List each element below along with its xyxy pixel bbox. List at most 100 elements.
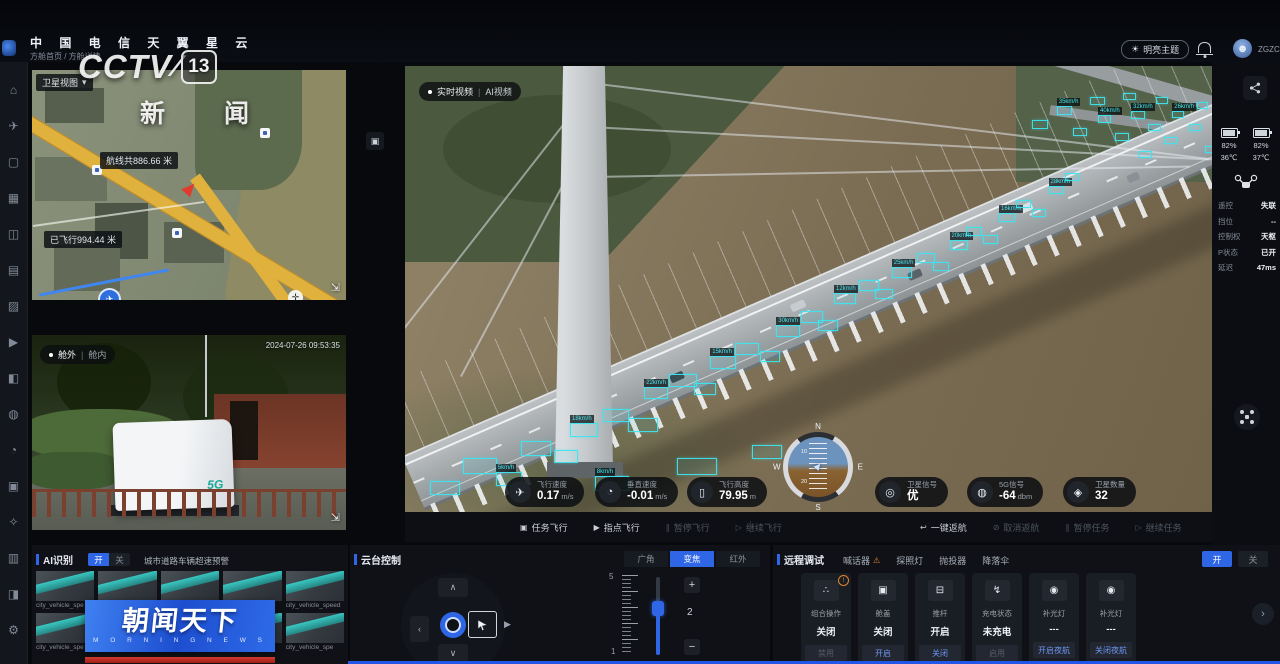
remote-card-action-button[interactable]: 启用 [976, 645, 1018, 661]
sidebar-icon[interactable]: ▤ [8, 264, 19, 276]
gimbal-left-button[interactable]: ‹ [410, 616, 429, 642]
sidebar-icon[interactable]: ▦ [8, 192, 19, 204]
remote-card-action-button[interactable]: 关闭夜航 [1090, 642, 1132, 658]
gimbal-right-button[interactable] [468, 611, 497, 638]
ai-thumbnail[interactable]: city_vehicle_spe [223, 571, 282, 609]
ai-thumbnail[interactable]: city_vehicle_spe [160, 613, 220, 651]
sidebar-icon[interactable]: ▥ [8, 552, 19, 564]
tab-ai-video[interactable]: AI视频 [485, 85, 512, 98]
ai-toggle-off[interactable]: 关 [109, 553, 130, 566]
remote-menu-item[interactable]: 抛投器 [939, 554, 966, 567]
gimbal-lens-tab[interactable]: 红外 [716, 551, 760, 567]
tab-cabin-outside[interactable]: 舱外 [58, 348, 76, 361]
map-locate-control[interactable]: ✛ [288, 290, 303, 300]
ai-thumbnail[interactable]: city_vehicle_spe [223, 613, 282, 651]
remote-card-label: 补光灯 [1099, 609, 1123, 618]
ai-thumbnail[interactable]: city_vehicle_speed [285, 571, 344, 609]
sidebar-icon[interactable]: ▢ [8, 156, 19, 168]
breadcrumb[interactable]: 方舱首页 / 方舱详情 [30, 51, 101, 62]
sidebar-icon[interactable]: ✈ [8, 120, 18, 132]
notification-bell-icon[interactable] [1196, 42, 1213, 55]
drone-mode-button[interactable] [1234, 404, 1260, 430]
sidebar-icon[interactable]: ◧ [8, 372, 19, 384]
remote-card-action-button[interactable]: 禁用 [805, 645, 847, 661]
zoom-slider-thumb[interactable] [652, 601, 664, 616]
remote-toggle-on[interactable]: 开 [1202, 551, 1232, 567]
ai-thumbnail-image[interactable] [223, 613, 282, 643]
theme-toggle-button[interactable]: ☀ 明亮主题 [1121, 40, 1190, 59]
remote-menu-item[interactable]: 喊话器 ⚠ [843, 554, 880, 567]
ai-detection-box: 5km/h [495, 463, 522, 486]
sidebar-icon[interactable]: ◨ [8, 588, 19, 600]
ai-filter-dropdown[interactable]: 城市道路车辆超速预警 [144, 555, 229, 567]
flight-action-button[interactable]: ▷ 继续任务 [1135, 521, 1181, 534]
sidebar-icon[interactable]: ✧ [8, 516, 18, 528]
ai-thumbnail-caption: city_vehicle_spe [98, 644, 147, 651]
camera-view-switch[interactable]: 舱外 | 舱内 [40, 345, 116, 364]
ai-thumbnail[interactable]: city_vehicle_spe [36, 613, 95, 651]
ai-toggle-on[interactable]: 开 [88, 553, 109, 566]
flight-action-button[interactable]: ▣ 任务飞行 [520, 521, 568, 534]
gimbal-up-button[interactable]: ∧ [438, 578, 468, 597]
gimbal-lens-tab[interactable]: 变焦 [670, 551, 714, 567]
remote-card-label: 舱盖 [875, 609, 891, 618]
sidebar-icon[interactable]: ◔ [10, 444, 17, 456]
cabin-camera-panel[interactable]: 5G 舱外 | 舱内 2024-07-26 09:53:35 ⇲ [32, 335, 346, 530]
camera-expand-icon[interactable]: ⇲ [331, 511, 340, 524]
main-video-view[interactable]: 5km/h 18km/h 8km/h 22km/h 15km/h 30km/h … [405, 66, 1230, 512]
avatar[interactable]: ☻ [1233, 39, 1252, 58]
sidebar-icon[interactable]: ◫ [8, 228, 19, 240]
ai-thumbnail-image[interactable] [285, 571, 344, 601]
ai-thumbnail-image[interactable] [36, 571, 95, 601]
zoom-in-button[interactable]: + [684, 577, 700, 593]
ai-thumbnail-image[interactable] [36, 613, 95, 643]
tab-cabin-inside[interactable]: 舱内 [88, 348, 106, 361]
gimbal-lens-tab[interactable]: 广角 [624, 551, 668, 567]
gimbal-more-arrow[interactable]: ▶ [504, 619, 511, 630]
ai-thumbnail[interactable]: city_vehicle_spe [36, 571, 95, 609]
panel-collapse-button[interactable]: ▣ [366, 132, 384, 150]
flight-action-button[interactable]: ∥ 暂停飞行 [666, 521, 710, 534]
flight-action-button[interactable]: ∥ 暂停任务 [1065, 521, 1109, 534]
ai-thumbnail[interactable]: city_vehicle_spe [98, 571, 157, 609]
tab-live-video[interactable]: 实时视频 [437, 85, 473, 98]
flight-action-button[interactable]: ⊘ 取消返航 [993, 521, 1040, 534]
remote-menu-item[interactable]: 降落伞 [982, 554, 1009, 567]
ai-thumbnail-image[interactable] [98, 571, 157, 601]
ai-thumbnail-image[interactable] [223, 571, 282, 601]
ai-thumbnail-image[interactable] [285, 613, 344, 643]
flight-action-button[interactable]: ▶ 指点飞行 [594, 521, 640, 534]
ai-thumbnail-image[interactable] [160, 571, 220, 601]
ai-detection-box [875, 289, 894, 299]
ai-thumbnail-image[interactable] [160, 613, 220, 643]
remote-card-action-button[interactable]: 开启夜航 [1033, 642, 1075, 658]
flight-action-button[interactable]: ↩ 一键返航 [920, 521, 967, 534]
map-panel[interactable]: ✈ ✛ 卫星视图 ▾ 航线共886.66 米 已飞行994.44 米 ⇲ [32, 70, 346, 300]
remote-card-value: 关闭 [873, 627, 893, 638]
map-view-switch[interactable]: 卫星视图 ▾ [36, 74, 93, 91]
remote-cards: ! ∴ 组合操作 关闭 禁用 ▣ 舱盖 关闭 开启 ⊟ 推杆 开启 关闭 ↯ 充… [801, 573, 1136, 664]
gimbal-center-button[interactable] [440, 612, 466, 638]
remote-next-arrow[interactable]: › [1252, 603, 1274, 625]
map-poi-icon [172, 228, 182, 238]
flight-action-button[interactable]: ▷ 继续飞行 [736, 521, 782, 534]
sidebar-icon[interactable]: ▶ [9, 336, 18, 348]
map-expand-icon[interactable]: ⇲ [331, 281, 340, 294]
ai-thumbnail-image[interactable] [98, 613, 157, 643]
sidebar-icon[interactable]: ⌂ [10, 84, 17, 96]
share-button[interactable] [1243, 76, 1267, 100]
sidebar-icon[interactable]: ◍ [8, 408, 18, 420]
sidebar-icon[interactable]: ▣ [8, 480, 19, 492]
sidebar-icon[interactable]: ⚙ [8, 624, 19, 636]
ai-thumbnail[interactable]: city_vehicle_spe [160, 571, 220, 609]
remote-card-action-button[interactable]: 开启 [862, 645, 904, 661]
stream-switch[interactable]: 实时视频 | AI视频 [419, 82, 521, 101]
remote-card-action-button[interactable]: 关闭 [919, 645, 961, 661]
ai-thumbnail[interactable]: city_vehicle_spe [98, 613, 157, 651]
gimbal-panel-title: 云台控制 [361, 556, 401, 567]
remote-menu-item[interactable]: 探照灯 [896, 554, 923, 567]
sidebar-icon[interactable]: ▨ [8, 300, 19, 312]
zoom-out-button[interactable]: − [684, 639, 700, 655]
remote-toggle-off[interactable]: 关 [1238, 551, 1268, 567]
ai-thumbnail[interactable]: city_vehicle_spe [285, 613, 344, 651]
